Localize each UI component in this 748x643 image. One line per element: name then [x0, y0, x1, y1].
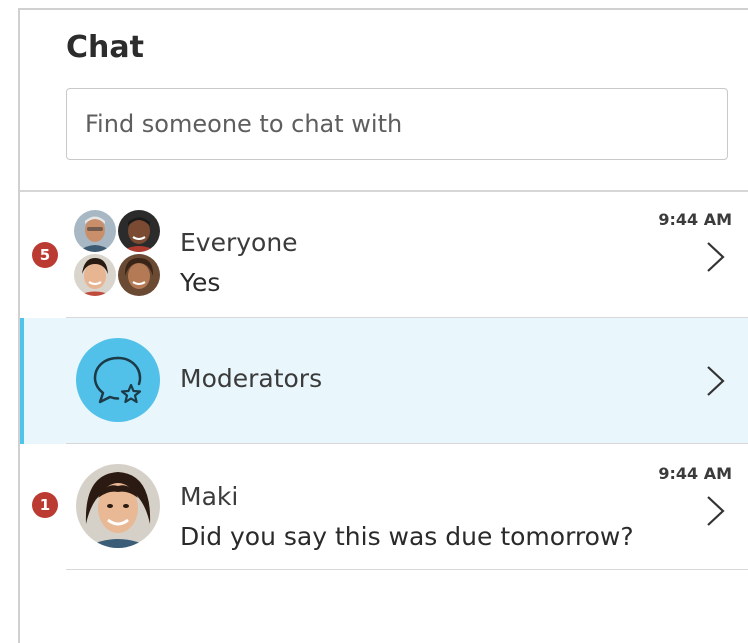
avatar [74, 254, 116, 296]
chat-name: Maki [180, 482, 239, 511]
chat-panel: Chat 5 [18, 8, 748, 643]
chat-item-everyone[interactable]: 5 Everyone Yes 9:44 AM [20, 192, 748, 318]
timestamp: 9:44 AM [658, 464, 732, 483]
row-divider [66, 568, 748, 570]
timestamp: 9:44 AM [658, 210, 732, 229]
chevron-right-icon [707, 366, 725, 396]
last-message: Yes [180, 268, 221, 297]
avatar [74, 210, 116, 252]
user-avatar-maki [76, 464, 160, 548]
avatar [118, 210, 160, 252]
unread-badge: 5 [32, 242, 58, 268]
avatar [118, 254, 160, 296]
unread-badge: 1 [32, 492, 58, 518]
chat-name: Everyone [180, 228, 298, 257]
chevron-right-icon [707, 496, 725, 526]
chat-item-maki[interactable]: 1 Maki Did you say this was due tomorrow… [20, 444, 748, 570]
chevron-right-icon [707, 242, 725, 272]
page-title: Chat [66, 30, 144, 65]
last-message: Did you say this was due tomorrow? [180, 522, 634, 551]
chat-star-icon [76, 338, 160, 422]
chat-name: Moderators [180, 364, 323, 393]
group-avatars-icon [74, 210, 162, 298]
search-input[interactable] [66, 88, 728, 160]
chat-item-moderators[interactable]: Moderators [20, 318, 748, 444]
